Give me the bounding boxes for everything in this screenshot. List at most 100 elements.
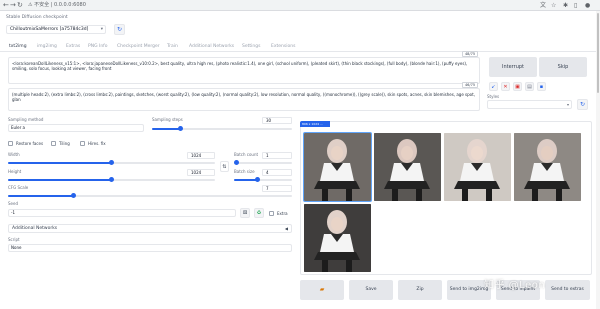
seed-value: -1: [11, 210, 15, 215]
checkpoint-label: Stable Diffusion checkpoint: [6, 15, 68, 20]
sampling-steps-slider[interactable]: [152, 126, 292, 131]
arrow-down-icon: ↙: [491, 84, 496, 90]
chevron-down-icon: ▾: [566, 102, 569, 107]
gallery-thumbnail[interactable]: [514, 133, 581, 201]
batch-size-handle[interactable]: [254, 177, 260, 182]
width-slider[interactable]: [8, 160, 215, 165]
star-icon[interactable]: ☆: [551, 1, 556, 10]
height-slider[interactable]: [8, 177, 215, 182]
folder-icon: ▰: [319, 286, 325, 293]
hires-fix-checkbox[interactable]: [80, 141, 85, 146]
insecure-label: 不安全: [34, 2, 50, 8]
generated-image: [444, 133, 511, 201]
batch-size-input[interactable]: 4: [262, 169, 292, 176]
sampling-method-select[interactable]: Euler a: [8, 124, 144, 132]
sampling-steps-handle[interactable]: [177, 126, 183, 131]
seed-input[interactable]: -1: [8, 209, 236, 217]
script-select[interactable]: None: [8, 244, 292, 252]
prompt-text: <lora:koreanDollLikeness_v15:1>, <lora:j…: [12, 61, 468, 71]
open-folder-button[interactable]: ▰: [300, 280, 344, 300]
batch-size-fill: [234, 179, 258, 181]
extra-seed-label: Extra: [277, 211, 288, 216]
tab-img2img[interactable]: img2img: [37, 42, 57, 51]
batch-size-slider[interactable]: [234, 177, 292, 182]
tab-extensions[interactable]: Extensions: [271, 42, 295, 51]
send-to-extras-button[interactable]: Send to extras: [545, 280, 590, 300]
tiling-checkbox[interactable]: [51, 141, 56, 146]
sampling-steps-fill: [152, 128, 180, 130]
refresh-icon: ↻: [579, 101, 586, 108]
batch-count-handle[interactable]: [234, 160, 239, 165]
tab-settings[interactable]: Settings: [242, 42, 260, 51]
sampling-method-value: Euler a: [11, 125, 26, 130]
prompt-input[interactable]: <lora:koreanDollLikeness_v15:1>, <lora:j…: [8, 57, 480, 84]
extra-seed-checkbox[interactable]: [269, 211, 274, 216]
width-handle[interactable]: [109, 160, 114, 165]
height-input[interactable]: 1024: [187, 169, 215, 176]
negative-prompt-input[interactable]: (multiple heads:2), (extra limbs:2), (cr…: [8, 88, 480, 111]
gallery-thumbnail[interactable]: [444, 133, 511, 201]
skip-button[interactable]: Skip: [539, 57, 587, 77]
tab-png-info[interactable]: PNG Info: [88, 42, 108, 51]
extensions-icon[interactable]: ✱: [563, 1, 568, 10]
restore-faces-checkbox[interactable]: [8, 141, 13, 146]
generated-image: [304, 204, 371, 272]
random-seed-button[interactable]: ⚄: [240, 208, 250, 218]
zip-button[interactable]: Zip: [398, 280, 442, 300]
swap-icon: ⇅: [222, 164, 227, 170]
cfg-scale-slider[interactable]: [8, 193, 292, 198]
tab-additional-networks[interactable]: Additional Networks: [189, 42, 234, 51]
swap-dimensions-button[interactable]: ⇅: [220, 161, 229, 172]
dice-icon: ⚄: [242, 210, 248, 216]
seed-label: Seed: [8, 201, 18, 206]
styles-select[interactable]: ▾: [487, 100, 572, 109]
forward-arrow-icon[interactable]: →: [10, 1, 16, 10]
sampling-steps-input[interactable]: 30: [262, 117, 292, 124]
save-icon: ▪: [539, 84, 544, 90]
clipboard-tool-button[interactable]: ▤: [525, 82, 534, 91]
checkpoint-select[interactable]: ChilloutmixSaMerrors [a75784c3d] ▾: [6, 25, 106, 34]
negative-prompt-text: (multiple heads:2), (extra limbs:2), (cr…: [12, 92, 475, 102]
refresh-checkpoint-button[interactable]: ↻: [114, 24, 125, 35]
cfg-scale-handle[interactable]: [70, 193, 76, 198]
card-tool-button[interactable]: ▣: [513, 82, 522, 91]
refresh-styles-button[interactable]: ↻: [577, 99, 588, 110]
styles-label: Styles: [487, 94, 500, 99]
additional-networks-accordion[interactable]: Additional Networks ◀: [8, 224, 292, 233]
tab-train[interactable]: Train: [167, 42, 178, 51]
reload-icon[interactable]: ↻: [17, 1, 23, 10]
back-arrow-icon[interactable]: ←: [3, 1, 9, 10]
save-button[interactable]: Save: [349, 280, 393, 300]
hires-fix-label: Hires. fix: [88, 141, 106, 146]
sampling-method-label: Sampling method: [8, 117, 44, 122]
tab-checkpoint-merger[interactable]: Checkpoint Merger: [117, 42, 160, 51]
batch-size-label: Batch size: [234, 169, 255, 174]
generated-image: [374, 133, 441, 201]
arrow-down-tool-button[interactable]: ↙: [489, 82, 498, 91]
interrupt-button[interactable]: Interrupt: [489, 57, 537, 77]
generated-image: [514, 133, 581, 201]
gallery-thumbnail[interactable]: [374, 133, 441, 201]
save-tool-button[interactable]: ▪: [537, 82, 546, 91]
tiling-label: Tiling: [59, 141, 70, 146]
width-input[interactable]: 1024: [187, 152, 215, 159]
gallery-thumbnail[interactable]: [303, 132, 372, 202]
height-handle[interactable]: [109, 177, 114, 182]
reuse-seed-button[interactable]: ♻: [254, 208, 264, 218]
batch-count-slider[interactable]: [234, 160, 292, 165]
gallery-thumbnail[interactable]: [304, 204, 371, 272]
address-bar[interactable]: ⚠ 不安全 | 0.0.0.0:6080: [28, 1, 86, 10]
profile-icon[interactable]: ●: [585, 1, 590, 10]
cfg-scale-input[interactable]: 7: [262, 185, 292, 192]
sidebar-icon[interactable]: ▯: [574, 1, 577, 10]
trash-tool-button[interactable]: ✕: [501, 82, 510, 91]
tab-divider: [0, 51, 600, 52]
script-label: Script: [8, 237, 20, 242]
cfg-scale-label: CFG Scale: [8, 185, 29, 190]
batch-count-input[interactable]: 1: [262, 152, 292, 159]
url-text: 0.0.0.0:6080: [53, 2, 86, 8]
page-scrollbar-thumb[interactable]: [597, 13, 599, 93]
translate-icon[interactable]: 文: [540, 1, 546, 10]
tab-extras[interactable]: Extras: [66, 42, 80, 51]
tab-txt2img[interactable]: txt2img: [9, 42, 27, 51]
